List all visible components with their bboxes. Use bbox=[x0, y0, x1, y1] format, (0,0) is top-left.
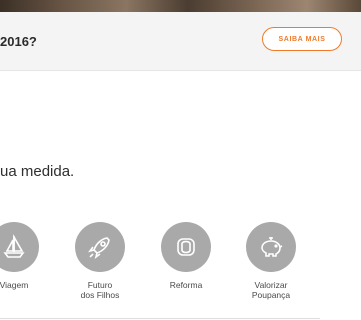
goal-reforma[interactable]: Reforma bbox=[151, 222, 221, 290]
goal-label: Reforma bbox=[169, 280, 203, 290]
section-headline: ua medida. bbox=[0, 163, 75, 180]
divider bbox=[0, 318, 320, 319]
piggy-bank-icon bbox=[246, 222, 296, 272]
goal-label: Valorizar bbox=[254, 280, 288, 290]
saiba-mais-button[interactable]: SAIBA MAIS bbox=[262, 27, 342, 51]
goal-label: Viagem bbox=[0, 280, 29, 290]
goal-label: Futuro bbox=[87, 280, 113, 290]
goal-viagem[interactable]: Viagem bbox=[0, 222, 49, 290]
header-photo bbox=[0, 0, 361, 12]
sailboat-icon bbox=[0, 222, 39, 272]
goal-label-2: Poupança bbox=[251, 290, 291, 300]
goal-label-2: dos Filhos bbox=[80, 290, 120, 300]
banner-title: 2016? bbox=[0, 34, 37, 49]
sofa-icon bbox=[161, 222, 211, 272]
goal-futuro-filhos[interactable]: Futuro dos Filhos bbox=[65, 222, 135, 300]
rocket-icon bbox=[75, 222, 125, 272]
promo-banner: 2016? SAIBA MAIS bbox=[0, 12, 361, 71]
goal-valorizar-poupanca[interactable]: Valorizar Poupança bbox=[236, 222, 306, 300]
